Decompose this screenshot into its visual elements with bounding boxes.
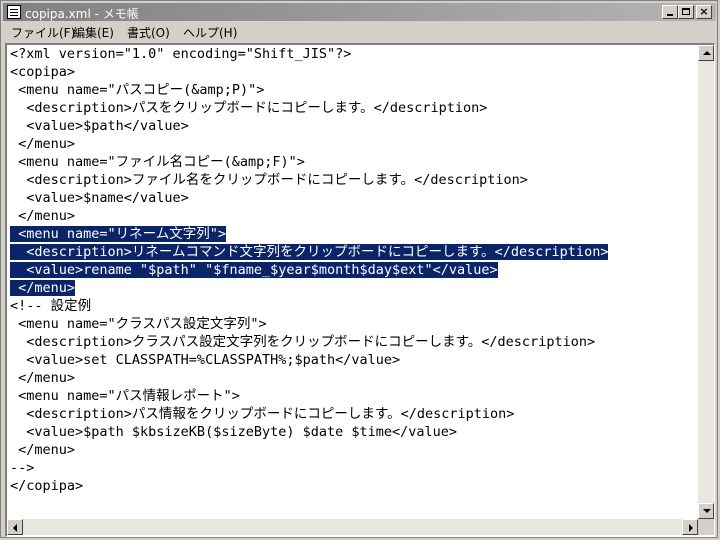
line-text: <description>クラスパス設定文字列をクリップボードにコピーします。<… (10, 334, 596, 350)
line-text: </menu> (10, 370, 76, 386)
text-area[interactable]: <?xml version="1.0" encoding="Shift_JIS"… (7, 45, 698, 519)
notepad-icon[interactable] (7, 5, 21, 19)
selected-text: <menu name="リネーム文字列"> (10, 226, 227, 242)
text-line[interactable]: </menu> (10, 279, 76, 297)
text-line[interactable]: <value>$path $kbsizeKB($sizeByte) $date … (10, 423, 457, 441)
line-text: <menu name="パスコピー(&amp;P)"> (10, 82, 265, 98)
text-line[interactable]: <?xml version="1.0" encoding="Shift_JIS"… (10, 45, 351, 63)
text-line[interactable]: <copipa> (10, 63, 75, 81)
line-text: </menu> (10, 442, 76, 458)
line-text: </menu> (10, 136, 76, 152)
close-icon: × (699, 5, 709, 18)
close-button[interactable]: × (696, 5, 712, 19)
text-line[interactable]: </copipa> (10, 477, 83, 495)
arrow-left-icon (13, 524, 17, 532)
menu-format[interactable]: 書式(O) (123, 24, 174, 41)
text-editor: <?xml version="1.0" encoding="Shift_JIS"… (5, 43, 715, 537)
notepad-window: copipa.xml - メモ帳 × ファイル(F) 編集(E) 書式(O) ヘ… (0, 0, 718, 538)
scroll-down-button[interactable] (698, 503, 714, 519)
arrow-right-icon (689, 524, 693, 532)
text-line[interactable]: <description>ファイル名をクリップボードにコピーします。</desc… (10, 171, 528, 189)
arrow-up-icon (703, 51, 711, 55)
line-text: <value>$name</value> (10, 190, 189, 206)
text-line[interactable]: <!-- 設定例 (10, 297, 91, 315)
text-line[interactable]: <menu name="パス情報レポート"> (10, 387, 240, 405)
selected-text: <description>リネームコマンド文字列をクリップボードにコピーします。… (10, 244, 609, 260)
text-line[interactable]: </menu> (10, 135, 75, 153)
line-text: </menu> (10, 208, 76, 224)
line-text: </copipa> (10, 478, 84, 494)
maximize-button[interactable] (678, 5, 694, 19)
minimize-icon (667, 14, 673, 16)
title-bar[interactable]: copipa.xml - メモ帳 × (3, 3, 716, 21)
line-text: <menu name="ファイル名コピー(&amp;F)"> (10, 154, 305, 170)
text-line[interactable]: <menu name="パスコピー(&amp;P)"> (10, 81, 264, 99)
selected-text: <value>rename "$path" "$fname_$year$mont… (10, 262, 498, 278)
text-line[interactable]: <value>rename "$path" "$fname_$year$mont… (10, 261, 498, 279)
line-text: <description>パスをクリップボードにコピーします。</descrip… (10, 100, 488, 116)
maximize-icon (682, 8, 690, 15)
text-line[interactable]: --> (10, 459, 34, 477)
scrollbar-corner (698, 519, 714, 535)
text-line[interactable]: <description>パス情報をクリップボードにコピーします。</descr… (10, 405, 514, 423)
text-line[interactable]: <description>パスをクリップボードにコピーします。</descrip… (10, 99, 487, 117)
arrow-down-icon (703, 509, 711, 513)
text-line[interactable]: <value>$name</value> (10, 189, 189, 207)
text-line[interactable]: <menu name="クラスパス設定文字列"> (10, 315, 267, 333)
selected-text: </menu> (10, 280, 76, 296)
line-text: <copipa> (10, 64, 76, 80)
line-text: <description>パス情報をクリップボードにコピーします。</descr… (10, 406, 515, 422)
text-line[interactable]: <description>クラスパス設定文字列をクリップボードにコピーします。<… (10, 333, 595, 351)
window-title: copipa.xml - メモ帳 (25, 7, 139, 21)
menu-bar: ファイル(F) 編集(E) 書式(O) ヘルプ(H) (3, 22, 716, 41)
menu-help[interactable]: ヘルプ(H) (179, 24, 241, 41)
line-text: <menu name="クラスパス設定文字列"> (10, 316, 267, 332)
line-text: <!-- 設定例 (10, 298, 92, 314)
line-text: --> (10, 460, 35, 476)
line-text: <value>$path</value> (10, 118, 189, 134)
horizontal-scrollbar[interactable] (7, 519, 698, 535)
scroll-right-button[interactable] (682, 519, 698, 535)
scroll-left-button[interactable] (7, 519, 23, 535)
line-text: <value>$path $kbsizeKB($sizeByte) $date … (10, 424, 458, 440)
line-text: <?xml version="1.0" encoding="Shift_JIS"… (10, 46, 352, 62)
text-line[interactable]: <menu name="リネーム文字列"> (10, 225, 227, 243)
text-line[interactable]: <value>set CLASSPATH=%CLASSPATH%;$path</… (10, 351, 400, 369)
text-line[interactable]: </menu> (10, 207, 75, 225)
menu-edit[interactable]: 編集(E) (69, 24, 118, 41)
text-line[interactable]: <menu name="ファイル名コピー(&amp;F)"> (10, 153, 305, 171)
line-text: <description>ファイル名をクリップボードにコピーします。</desc… (10, 172, 528, 188)
text-line[interactable]: </menu> (10, 441, 75, 459)
line-text: <value>set CLASSPATH=%CLASSPATH%;$path</… (10, 352, 401, 368)
scroll-up-button[interactable] (698, 45, 714, 61)
line-text: <menu name="パス情報レポート"> (10, 388, 240, 404)
vertical-scrollbar[interactable] (698, 45, 714, 519)
text-line[interactable]: <value>$path</value> (10, 117, 189, 135)
text-line[interactable]: </menu> (10, 369, 75, 387)
text-line[interactable]: <description>リネームコマンド文字列をクリップボードにコピーします。… (10, 243, 609, 261)
minimize-button[interactable] (662, 5, 678, 19)
